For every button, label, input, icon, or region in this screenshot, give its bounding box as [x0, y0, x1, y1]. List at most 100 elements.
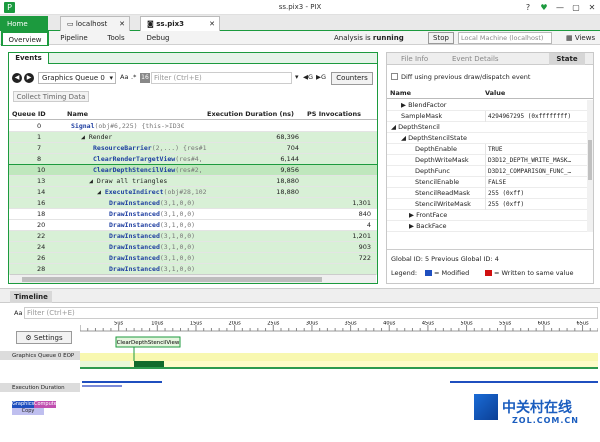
maximize-icon[interactable]: ▢	[570, 2, 582, 13]
views-button[interactable]: ▦ Views	[566, 34, 595, 42]
back-icon[interactable]: ◀	[12, 73, 22, 83]
events-tab[interactable]: Events	[9, 53, 49, 64]
expand-icon[interactable]: ▶	[409, 211, 414, 219]
next-g-button[interactable]: ▶G	[316, 73, 326, 81]
collect-timing-button[interactable]: Collect Timing Data	[13, 91, 89, 102]
scroll-thumb[interactable]	[22, 277, 322, 282]
table-row[interactable]: 10 ClearDepthStencilView(res#2, 9,856	[8, 164, 378, 177]
col-name[interactable]: Name	[67, 108, 88, 120]
events-hscrollbar[interactable]	[10, 274, 376, 283]
tab-localhost[interactable]: ▭ localhost ✕	[60, 16, 130, 31]
table-row[interactable]: 8 ClearRenderTargetView(res#4, 6,144	[9, 154, 377, 165]
events-table-header: Queue ID Name Execution Duration (ns) PS…	[9, 108, 377, 120]
table-row[interactable]: 7 ResourceBarrier(2,...) {res#1 704	[9, 143, 377, 154]
event-name: DrawInstanced(3,1,0,0)	[109, 253, 207, 264]
col-ps[interactable]: PS Invocations	[307, 108, 361, 120]
expand-icon[interactable]: ◢	[97, 188, 101, 196]
table-row[interactable]: 20 DrawInstanced(3,1,0,0) 4	[9, 220, 377, 231]
table-row[interactable]: 22 DrawInstanced(3,1,0,0) 1,201	[9, 231, 377, 242]
table-row[interactable]: 13 ◢ Draw all triangles 18,880	[9, 176, 377, 187]
state-row[interactable]: ◢ DepthStencilState	[387, 133, 587, 144]
tab-tools[interactable]: Tools	[98, 31, 134, 45]
expand-icon[interactable]: ◢	[89, 177, 93, 185]
prev-g-button[interactable]: ◀G	[303, 73, 313, 81]
col-state-name[interactable]: Name	[390, 87, 411, 99]
state-row[interactable]: StencilEnable FALSE	[387, 177, 587, 188]
settings-button[interactable]: ⚙ Settings	[16, 331, 72, 344]
col-state-value[interactable]: Value	[485, 87, 505, 99]
tab-home[interactable]: Home	[0, 16, 48, 31]
feedback-heart-icon[interactable]: ♥	[538, 2, 550, 13]
state-row[interactable]: StencilReadMask 255 (0xff)	[387, 188, 587, 199]
target-machine-select[interactable]: Local Machine (localhost)	[458, 32, 552, 44]
eop-selected-bar[interactable]	[134, 361, 164, 367]
filter-icon[interactable]: 16	[140, 73, 150, 83]
lane-graphics-eop[interactable]: Graphics Queue 0 EOP	[0, 351, 80, 360]
tab-file-info[interactable]: File Info	[401, 55, 428, 63]
tab-pipeline[interactable]: Pipeline	[50, 31, 98, 45]
help-icon[interactable]: ?	[522, 2, 534, 13]
close-icon[interactable]: ✕	[586, 2, 598, 13]
minimize-icon[interactable]: —	[554, 2, 566, 13]
queue-select[interactable]: Graphics Queue 0 ▾	[38, 72, 116, 84]
expand-dropdown-icon[interactable]: ▾	[295, 73, 299, 81]
expand-icon[interactable]: ▶	[401, 101, 406, 109]
modified-swatch	[425, 270, 432, 276]
state-row[interactable]: DepthFunc D3D12_COMPARISON_FUNC_…	[387, 166, 587, 177]
event-args: (3,1,0,0)	[159, 221, 196, 229]
state-row[interactable]: DepthEnable TRUE	[387, 144, 587, 155]
stop-button[interactable]: Stop	[428, 32, 454, 44]
expand-icon[interactable]: ◢	[81, 133, 85, 141]
queue-id: 16	[37, 199, 46, 207]
tab-state[interactable]: State	[549, 53, 585, 65]
match-case-toggle[interactable]: Aa	[120, 73, 128, 81]
scroll-thumb[interactable]	[588, 140, 592, 180]
tab-capture[interactable]: ◙ ss.pix3 ✕	[140, 16, 220, 31]
event-args: (obj#6,225)	[94, 122, 138, 130]
state-name: StencilReadMask	[415, 188, 483, 199]
tab-debug[interactable]: Debug	[136, 31, 180, 45]
expand-icon[interactable]: ▶	[409, 222, 414, 230]
state-row[interactable]: ▶ BackFace	[387, 221, 587, 232]
queue-id: 13	[37, 177, 46, 185]
table-row[interactable]: 0 Signal(obj#6,225) {this->ID3€	[9, 121, 377, 132]
timeline-tab[interactable]: Timeline	[10, 291, 52, 303]
table-row[interactable]: 1 ◢ Render 68,396	[9, 132, 377, 143]
ruler-label: 60us	[538, 321, 551, 327]
lane-execution-duration[interactable]: Execution Duration	[0, 383, 80, 392]
table-row[interactable]: 26 DrawInstanced(3,1,0,0) 722	[9, 253, 377, 264]
tab-close-icon[interactable]: ✕	[119, 17, 125, 31]
state-row[interactable]: SampleMask 4294967295 (0xffffffff)	[387, 111, 587, 122]
regex-toggle[interactable]: .*	[131, 73, 136, 81]
state-value: TRUE	[485, 144, 585, 155]
state-row[interactable]: ◢ DepthStencil	[387, 122, 587, 133]
col-queue-id[interactable]: Queue ID	[12, 108, 46, 120]
counters-button[interactable]: Counters	[331, 72, 373, 85]
duration: 704	[286, 144, 299, 152]
state-row[interactable]: ▶ BlendFactor	[387, 100, 587, 111]
timeline-match-case[interactable]: Aa	[14, 309, 22, 317]
events-filter-input[interactable]: Filter (Ctrl+E)	[151, 72, 292, 84]
tab-overview[interactable]: Overview	[1, 30, 49, 46]
state-row[interactable]: DepthWriteMask D3D12_DEPTH_WRITE_MASK…	[387, 155, 587, 166]
state-row[interactable]: ▶ FrontFace	[387, 210, 587, 221]
ruler-label: 50us	[460, 321, 473, 327]
prev-g-label: G	[308, 73, 314, 81]
state-row[interactable]: StencilWriteMask 255 (0xff)	[387, 199, 587, 210]
table-row[interactable]: 14 ◢ ExecuteIndirect(obj#28,102 18,880	[9, 187, 377, 198]
expand-icon[interactable]: ◢	[391, 123, 396, 131]
diff-checkbox[interactable]	[391, 73, 398, 80]
tab-close-icon[interactable]: ✕	[209, 17, 215, 31]
expand-icon[interactable]: ◢	[401, 134, 406, 142]
chevron-down-icon[interactable]	[556, 32, 560, 44]
timeline-filter-input[interactable]: Filter (Ctrl+E)	[24, 307, 598, 319]
forward-icon[interactable]: ▶	[24, 73, 34, 83]
eop-track	[80, 353, 598, 361]
state-name-label: DepthFunc	[415, 167, 450, 175]
table-row[interactable]: 16 DrawInstanced(3,1,0,0) 1,301	[9, 198, 377, 209]
state-vscrollbar[interactable]	[587, 100, 593, 232]
tab-event-details[interactable]: Event Details	[452, 55, 499, 63]
col-duration[interactable]: Execution Duration (ns)	[207, 108, 294, 120]
table-row[interactable]: 24 DrawInstanced(3,1,0,0) 903	[9, 242, 377, 253]
table-row[interactable]: 18 DrawInstanced(3,1,0,0) 840	[9, 209, 377, 220]
